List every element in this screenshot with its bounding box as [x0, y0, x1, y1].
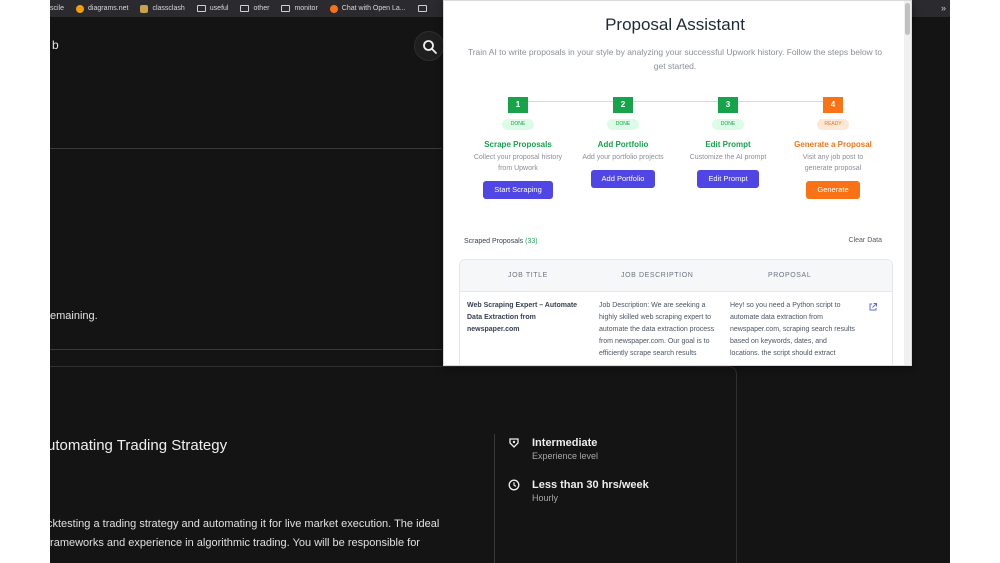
step-description: Add your portfolio projects: [582, 154, 664, 161]
bookmark-item[interactable]: useful: [196, 5, 229, 12]
folder-icon: [196, 5, 206, 12]
divider: [50, 349, 442, 350]
step-add-portfolio: 2 DONE Add Portfolio Add your portfolio …: [568, 94, 678, 188]
generate-button[interactable]: Generate: [806, 181, 860, 199]
step-scrape-proposals: 1 DONE Scrape Proposals Collect your pro…: [463, 94, 573, 199]
bookmarks-overflow-button[interactable]: »: [941, 3, 946, 13]
folder-icon: [417, 5, 427, 12]
edit-prompt-button[interactable]: Edit Prompt: [697, 170, 759, 188]
bookmark-item[interactable]: scile: [50, 5, 64, 12]
job-title[interactable]: utomating Trading Strategy: [50, 437, 227, 454]
column-header-job-description: JOB DESCRIPTION: [621, 272, 694, 279]
step-description: Customize the AI prompt: [689, 154, 767, 161]
bookmark-label: monitor: [294, 5, 318, 12]
proposals-table: JOB TITLE JOB DESCRIPTION PROPOSAL Web S…: [459, 259, 893, 365]
hours-value: Less than 30 hrs/week: [532, 479, 649, 491]
add-portfolio-button[interactable]: Add Portfolio: [590, 170, 656, 188]
bookmark-label: Chat with Open La...: [341, 5, 406, 12]
step-title: Scrape Proposals: [484, 140, 552, 149]
status-badge: DONE: [712, 119, 744, 130]
column-header-job-title: JOB TITLE: [508, 272, 548, 279]
hours-label: Hourly: [532, 493, 559, 503]
bookmark-item[interactable]: [417, 5, 427, 12]
remaining-text: emaining.: [50, 310, 98, 322]
bookmark-label: useful: [209, 5, 229, 12]
bookmark-item[interactable]: classclash: [140, 4, 185, 13]
step-number: 1: [508, 97, 528, 113]
clear-data-link[interactable]: Clear Data: [849, 237, 882, 244]
search-button[interactable]: [414, 31, 444, 61]
bookmark-item[interactable]: other: [240, 5, 269, 12]
chat-icon: [329, 4, 338, 13]
scraped-proposals-count: (33): [525, 238, 538, 245]
bookmark-item[interactable]: Chat with Open La...: [329, 4, 406, 13]
scraped-proposals-heading: Scraped Proposals (33): [464, 238, 538, 245]
step-title: Edit Prompt: [705, 140, 751, 149]
page-header-label: b: [52, 38, 59, 52]
proposal-assistant-popup: Proposal Assistant Train AI to write pro…: [443, 0, 912, 366]
experience-level-value: Intermediate: [532, 437, 598, 449]
step-number: 2: [613, 97, 633, 113]
step-description: Collect your proposal history from Upwor…: [473, 154, 563, 172]
step-generate-proposal: 4 READY Generate a Proposal Visit any jo…: [778, 94, 888, 199]
step-number: 3: [718, 97, 738, 113]
bookmark-label: diagrams.net: [88, 5, 129, 12]
search-icon: [423, 40, 437, 54]
bookmark-item[interactable]: monitor: [281, 5, 318, 12]
bookmark-label: classclash: [152, 5, 185, 12]
scraped-proposals-label: Scraped Proposals: [464, 238, 524, 245]
table-header: JOB TITLE JOB DESCRIPTION PROPOSAL: [460, 260, 892, 292]
divider: [494, 434, 495, 563]
step-description: Visit any job post to generate proposal: [802, 154, 864, 172]
step-title: Add Portfolio: [597, 140, 649, 149]
bookmark-label: other: [253, 5, 270, 12]
folder-icon: [240, 5, 250, 12]
row-proposal: Hey! so you need a Python script to auto…: [730, 302, 855, 357]
step-number: 4: [823, 97, 843, 113]
browser-viewport: scile diagrams.net classclash useful oth…: [50, 0, 950, 563]
popup-subtitle: Train AI to write proposals in your styl…: [467, 47, 883, 71]
status-badge: DONE: [502, 119, 534, 130]
popup-title: Proposal Assistant: [605, 15, 745, 34]
popup-scrollbar[interactable]: [904, 1, 911, 365]
column-header-proposal: PROPOSAL: [768, 272, 812, 279]
job-description: cktesting a trading strategy and automat…: [50, 518, 440, 549]
row-job-description: Job Description: We are seeking a highly…: [599, 302, 715, 357]
row-job-title: Web Scraping Expert – Automate Data Extr…: [467, 302, 578, 333]
start-scraping-button[interactable]: Start Scraping: [483, 181, 553, 199]
external-link-icon[interactable]: [868, 302, 878, 312]
status-badge: DONE: [607, 119, 639, 130]
step-title: Generate a Proposal: [794, 140, 872, 149]
diagrams-icon: [76, 4, 85, 13]
bookmark-label: scile: [50, 5, 65, 12]
classclash-icon: [140, 4, 149, 13]
step-edit-prompt: 3 DONE Edit Prompt Customize the AI prom…: [673, 94, 783, 188]
clock-icon: [508, 479, 520, 491]
divider: [50, 148, 442, 149]
folder-icon: [281, 5, 291, 12]
status-badge: READY: [817, 119, 849, 130]
bookmark-item[interactable]: diagrams.net: [76, 4, 129, 13]
experience-level-label: Experience level: [532, 451, 599, 461]
experience-icon: [509, 438, 519, 448]
